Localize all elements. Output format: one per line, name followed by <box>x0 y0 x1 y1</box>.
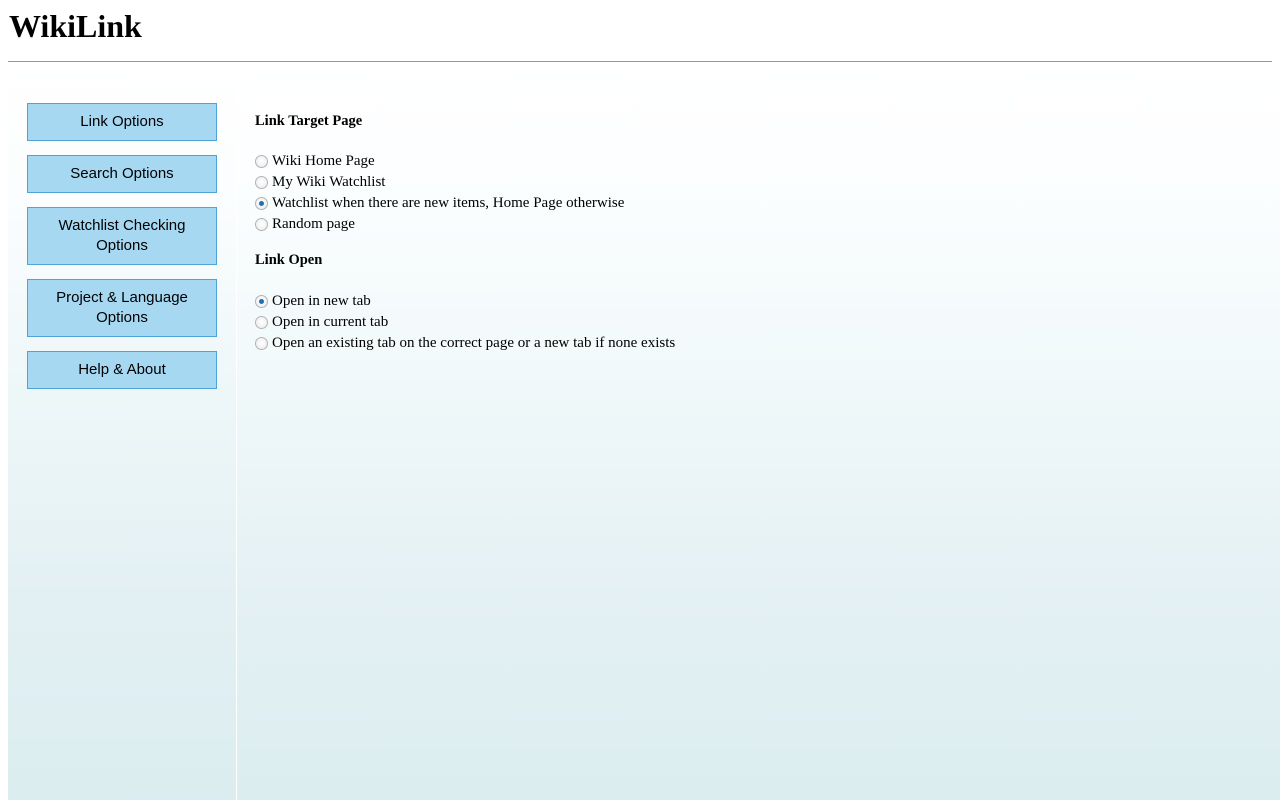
radio-icon[interactable] <box>255 176 268 189</box>
section-title: Link Open <box>255 252 323 268</box>
radio-option-open-existing-tab[interactable]: Open an existing tab on the correct page… <box>255 333 675 354</box>
section-title: Link Target Page <box>255 113 363 129</box>
section-link-open: Link Open <box>255 252 322 268</box>
app-title: WikiLink <box>9 8 142 44</box>
radio-option-label: Open an existing tab on the correct page… <box>272 335 676 351</box>
radio-option-label: Random page <box>272 216 355 232</box>
radio-icon[interactable] <box>255 218 268 231</box>
radio-option-label: Open in new tab <box>272 293 371 309</box>
main-content: Link Target Page Wiki Home Page My Wiki … <box>237 63 1280 800</box>
sidebar-item-help-about[interactable]: Help & About <box>27 351 217 389</box>
radio-icon[interactable] <box>255 316 268 329</box>
radio-icon[interactable] <box>255 155 268 168</box>
radio-group-link-open: Open in new tab Open in current tab Open… <box>255 291 675 354</box>
radio-group-link-target-page: Wiki Home Page My Wiki Watchlist Watchli… <box>255 151 624 235</box>
radio-option-watchlist-when-new-items[interactable]: Watchlist when there are new items, Home… <box>255 193 624 214</box>
sidebar-item-label: Link Options <box>80 113 164 130</box>
radio-icon-selected[interactable] <box>255 295 268 308</box>
page-header: WikiLink <box>0 0 1280 62</box>
radio-option-label: My Wiki Watchlist <box>272 174 386 190</box>
radio-option-label: Watchlist when there are new items, Home… <box>272 195 625 211</box>
sidebar-item-search-options[interactable]: Search Options <box>27 155 217 193</box>
sidebar-item-label: Help & About <box>78 361 166 378</box>
section-link-target-page: Link Target Page <box>255 113 362 129</box>
radio-option-random-page[interactable]: Random page <box>255 214 624 235</box>
sidebar-item-label: Search Options <box>70 165 174 182</box>
radio-option-open-in-current-tab[interactable]: Open in current tab <box>255 312 675 333</box>
sidebar-item-label: Watchlist Checking Options <box>58 217 186 254</box>
page-body: Link Options Search Options Watchlist Ch… <box>0 63 1280 800</box>
radio-icon[interactable] <box>255 337 268 350</box>
sidebar-item-watchlist-checking-options[interactable]: Watchlist Checking Options <box>27 207 217 265</box>
radio-option-my-wiki-watchlist[interactable]: My Wiki Watchlist <box>255 172 624 193</box>
radio-option-wiki-home-page[interactable]: Wiki Home Page <box>255 151 624 172</box>
radio-icon-selected[interactable] <box>255 197 268 210</box>
sidebar-nav: Link Options Search Options Watchlist Ch… <box>8 63 236 389</box>
sidebar: Link Options Search Options Watchlist Ch… <box>8 63 236 800</box>
radio-option-label: Open in current tab <box>272 314 389 330</box>
radio-option-label: Wiki Home Page <box>272 153 375 169</box>
radio-option-open-in-new-tab[interactable]: Open in new tab <box>255 291 675 312</box>
sidebar-item-link-options[interactable]: Link Options <box>27 103 217 141</box>
sidebar-item-label: Project & Language Options <box>56 289 188 326</box>
sidebar-item-project-language-options[interactable]: Project & Language Options <box>27 279 217 337</box>
